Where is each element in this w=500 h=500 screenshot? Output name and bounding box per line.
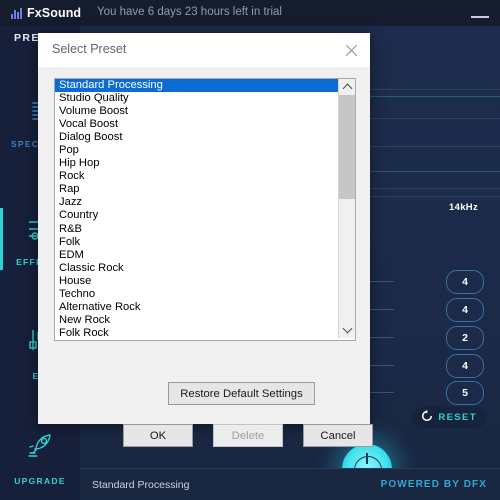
preset-list: Standard Processing Studio Quality Volume … <box>55 79 338 340</box>
dialog-titlebar: Select Preset <box>38 33 370 67</box>
delete-button: Delete <box>213 424 283 447</box>
band-value[interactable]: 2 <box>446 326 484 350</box>
sidebar-item-upgrade[interactable]: UPGRADE <box>0 431 80 489</box>
band-value[interactable]: 5 <box>446 381 484 405</box>
preset-list-item[interactable]: Folk Rock <box>55 327 338 340</box>
window-titlebar: FxSound You have 6 days 23 hours left in… <box>0 0 500 26</box>
preset-list-item[interactable]: New Rock <box>55 314 338 327</box>
ok-button[interactable]: OK <box>123 424 193 447</box>
preset-list-item[interactable]: Vocal Boost <box>55 118 338 131</box>
dialog-title: Select Preset <box>52 42 127 56</box>
preset-list-item[interactable]: Techno <box>55 288 338 301</box>
minimize-button[interactable] <box>470 8 490 22</box>
preset-list-item[interactable]: Hip Hop <box>55 157 338 170</box>
trial-status-text: You have 6 days 23 hours left in trial <box>97 6 282 18</box>
preset-list-item[interactable]: Classic Rock <box>55 262 338 275</box>
band-value[interactable]: 4 <box>446 354 484 378</box>
preset-list-item[interactable]: Jazz <box>55 196 338 209</box>
app-brand-name: FxSound <box>27 6 82 20</box>
app-logo: FxSound <box>11 6 81 20</box>
listbox-scrollbar[interactable] <box>338 79 355 338</box>
chevron-up-icon[interactable] <box>339 79 355 95</box>
preset-list-item[interactable]: Rock <box>55 170 338 183</box>
restore-defaults-button[interactable]: Restore Default Settings <box>168 382 315 405</box>
rocket-icon <box>0 431 80 466</box>
sidebar-item-label: UPGRADE <box>14 476 66 486</box>
status-bar: Standard Processing POWERED BY DFX <box>80 468 500 500</box>
preset-list-item[interactable]: Pop <box>55 144 338 157</box>
close-icon[interactable] <box>342 41 361 60</box>
band-value[interactable]: 4 <box>446 270 484 294</box>
fxsound-window: FxSound You have 6 days 23 hours left in… <box>0 0 500 500</box>
preset-list-item[interactable]: Folk <box>55 236 338 249</box>
preset-list-item[interactable]: Dialog Boost <box>55 131 338 144</box>
preset-list-item[interactable]: Standard Processing <box>55 79 338 93</box>
preset-listbox[interactable]: Standard Processing Studio Quality Volume … <box>54 78 356 341</box>
refresh-icon <box>421 409 433 427</box>
equalizer-bars-icon <box>11 7 22 19</box>
preset-list-item[interactable]: R&B <box>55 223 338 236</box>
minimize-icon <box>471 16 489 18</box>
preset-list-item[interactable]: EDM <box>55 249 338 262</box>
reset-button-label: RESET <box>438 412 477 423</box>
preset-list-item[interactable]: House <box>55 275 338 288</box>
cancel-button[interactable]: Cancel <box>303 424 373 447</box>
scrollbar-thumb[interactable] <box>339 95 355 199</box>
frequency-label: 14kHz <box>449 202 478 213</box>
band-value[interactable]: 4 <box>446 298 484 322</box>
preset-list-item[interactable]: Alternative Rock <box>55 301 338 314</box>
powered-by-label: POWERED BY DFX <box>380 479 487 490</box>
select-preset-dialog: Select Preset Standard Processing Studio … <box>38 33 373 447</box>
chevron-down-icon[interactable] <box>339 322 355 338</box>
power-icon-stem <box>366 453 368 464</box>
preset-list-item[interactable]: Studio Quality <box>55 92 338 105</box>
reset-button[interactable]: RESET <box>412 407 486 428</box>
preset-list-item[interactable]: Country <box>55 209 338 222</box>
current-preset-label: Standard Processing <box>92 479 190 491</box>
preset-list-item[interactable]: Volume Boost <box>55 105 338 118</box>
preset-list-item[interactable]: Rap <box>55 183 338 196</box>
